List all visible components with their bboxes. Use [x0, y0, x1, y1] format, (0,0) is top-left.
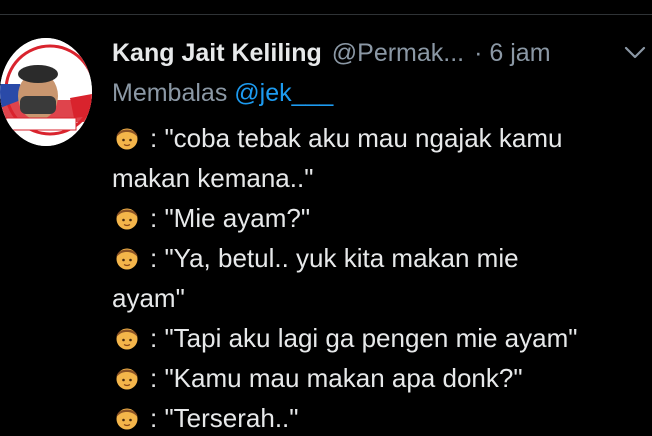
- tweet-line-text: : "Ya, betul.. yuk kita makan mie: [150, 243, 519, 273]
- tweet-line: makan kemana..": [112, 158, 642, 198]
- tweet-line-text: : "Kamu mau makan apa donk?": [150, 363, 523, 393]
- tweet-line-text: makan kemana..": [112, 163, 314, 193]
- boy-emoji-icon: [116, 208, 138, 230]
- tweet-line-text: : "Tapi aku lagi ga pengen mie ayam": [150, 323, 578, 353]
- boy-emoji-icon: [116, 248, 138, 270]
- tweet-line: : "coba tebak aku mau ngajak kamu: [112, 118, 642, 158]
- mention-link[interactable]: @jek___: [234, 79, 333, 107]
- timestamp[interactable]: · 6 jam: [474, 39, 550, 68]
- tweet-text: : "coba tebak aku mau ngajak kamu makan k…: [112, 118, 642, 436]
- display-name[interactable]: Kang Jait Keliling: [112, 39, 322, 68]
- tweet-line: : "Terserah..": [112, 398, 642, 436]
- tweet-line: ayam": [112, 278, 642, 318]
- boy-emoji-icon: [116, 408, 138, 430]
- tweet-line: : "Tapi aku lagi ga pengen mie ayam": [112, 318, 642, 358]
- user-handle[interactable]: @Permak...: [332, 39, 464, 68]
- avatar[interactable]: [0, 38, 92, 146]
- tweet-line: : "Mie ayam?": [112, 198, 642, 238]
- tweet-line-text: ayam": [112, 283, 185, 313]
- boy-emoji-icon: [116, 128, 138, 150]
- boy-emoji-icon: [116, 328, 138, 350]
- tweet-header: Kang Jait Keliling @Permak... · 6 jam: [112, 36, 652, 70]
- tweet-line-text: : "Mie ayam?": [150, 203, 311, 233]
- replying-label: Membalas: [112, 79, 228, 107]
- tweet-line-text: : "Terserah..": [150, 403, 299, 433]
- tweet-line: : "Kamu mau makan apa donk?": [112, 358, 642, 398]
- tweet-line: : "Ya, betul.. yuk kita makan mie: [112, 238, 642, 278]
- boy-emoji-icon: [116, 368, 138, 390]
- chevron-down-icon[interactable]: [621, 42, 649, 64]
- top-divider: [0, 14, 652, 15]
- replying-to: Membalas @jek___: [112, 79, 333, 108]
- tweet-line-text: : "coba tebak aku mau ngajak kamu: [150, 123, 563, 153]
